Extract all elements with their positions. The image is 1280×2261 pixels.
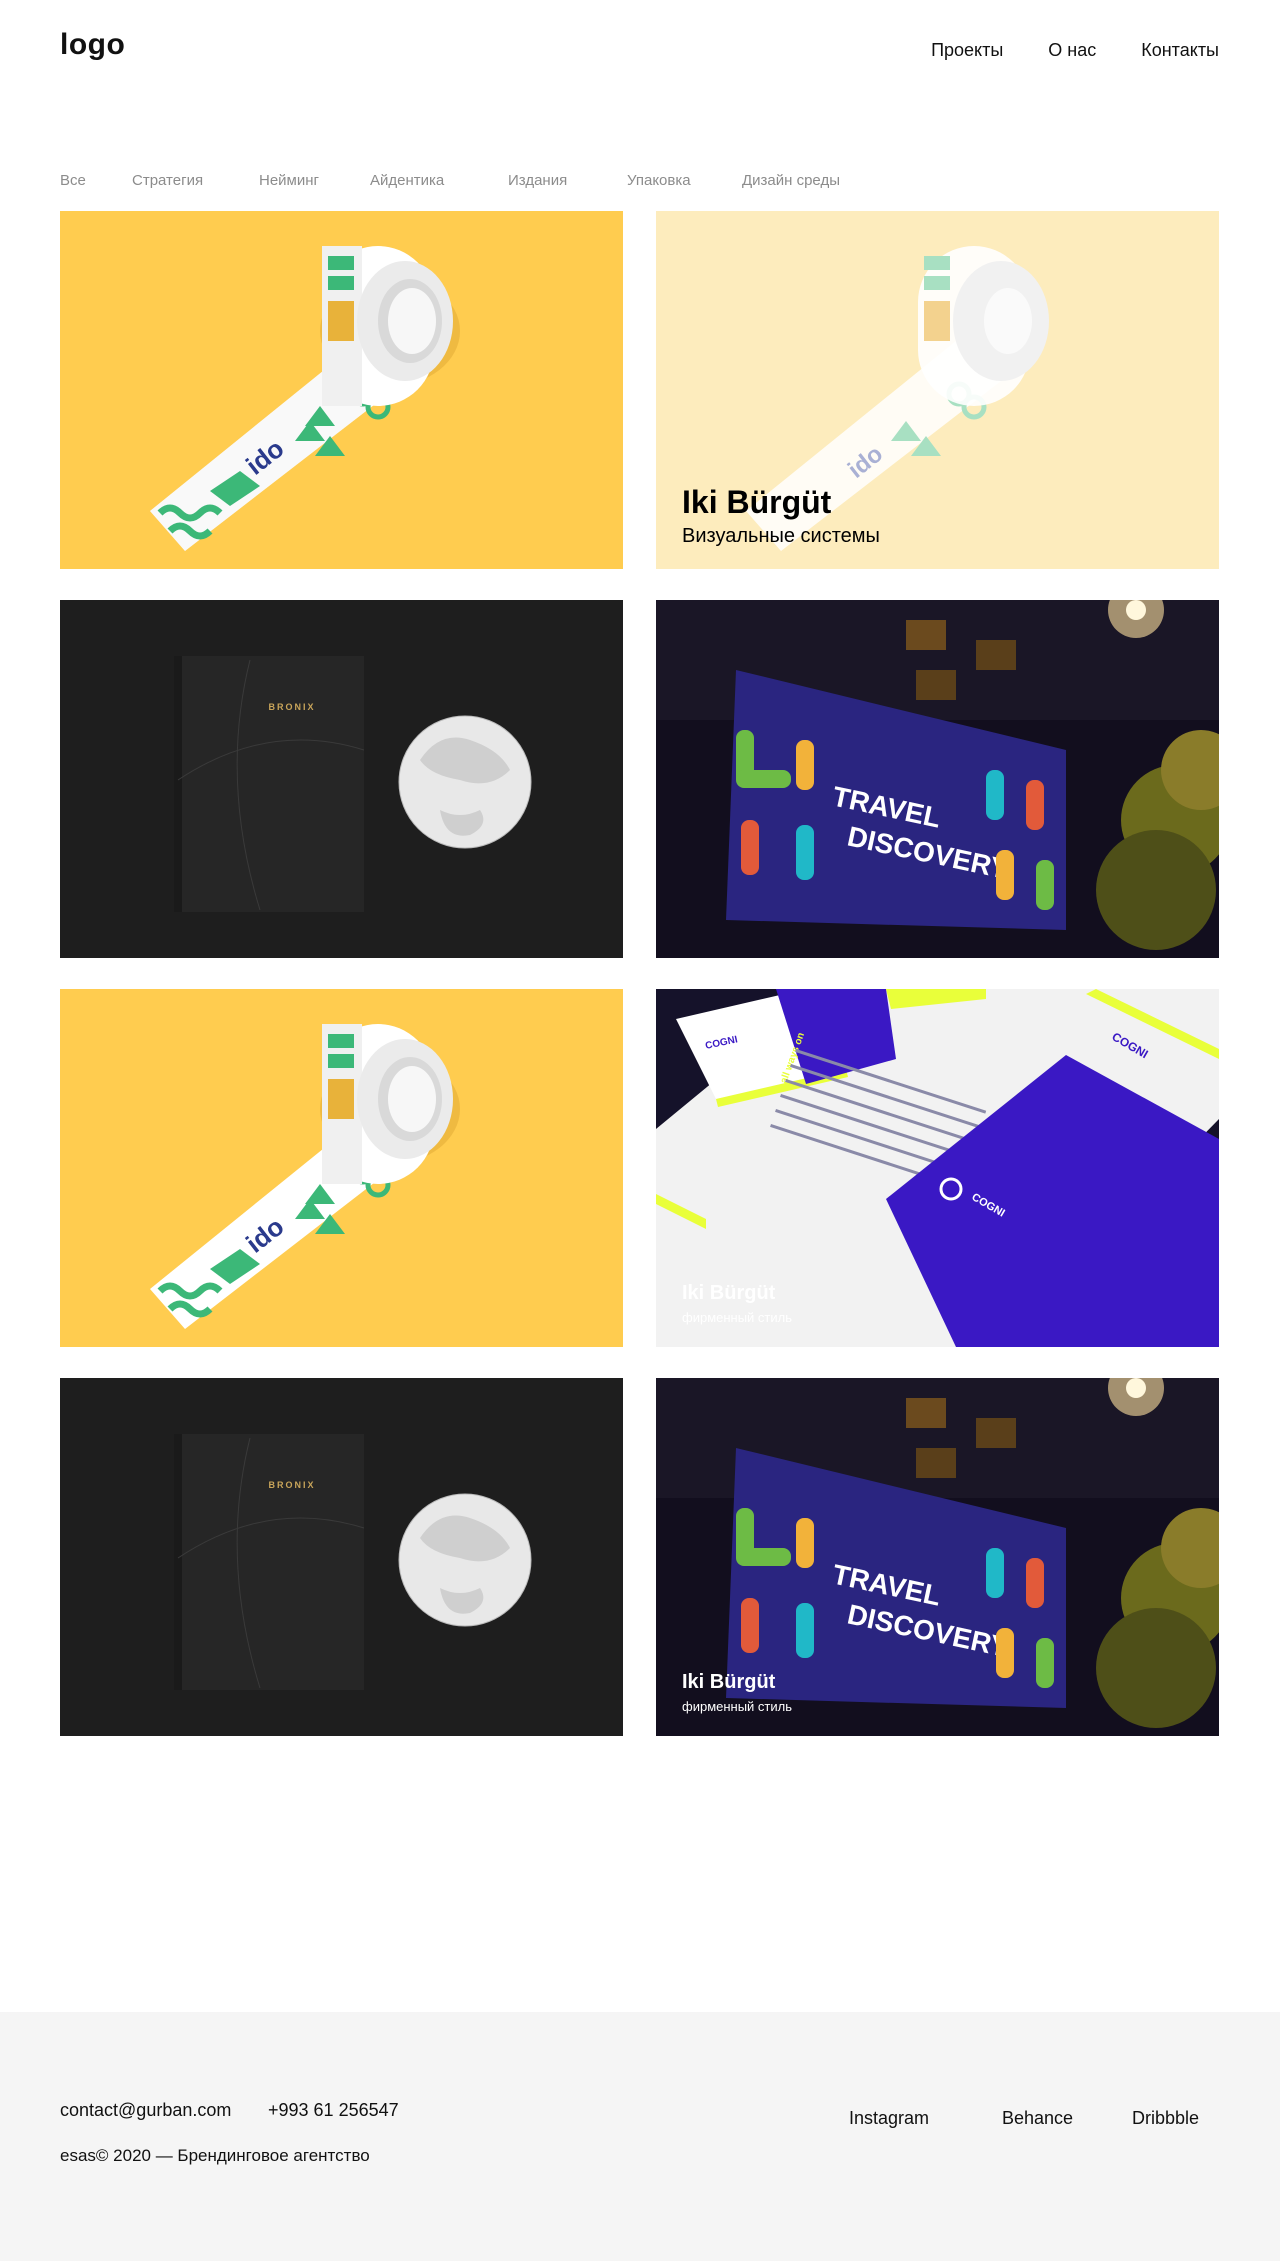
filter-identity[interactable]: Айдентика [370, 172, 444, 189]
project-card[interactable]: ido [60, 989, 623, 1347]
nav-contacts-link[interactable]: Контакты [1141, 40, 1219, 61]
nav-projects-link[interactable]: Проекты [931, 40, 1003, 61]
filter-naming[interactable]: Нейминг [259, 172, 319, 189]
category-filters: Все Стратегия Нейминг Айдентика Издания … [60, 172, 860, 192]
footer-copyright: esas© 2020 — Брендинговое агентство [60, 2146, 370, 2165]
filter-publications[interactable]: Издания [508, 172, 567, 189]
nav-about-link[interactable]: О нас [1048, 40, 1096, 61]
filter-all[interactable]: Все [60, 172, 86, 189]
svg-text:BRONIX: BRONIX [268, 1480, 315, 1490]
instagram-link[interactable]: Instagram [849, 2108, 929, 2129]
billboard-image: TRAVEL DISCOVERY [656, 600, 1219, 958]
project-subtitle: фирменный стиль [682, 1699, 793, 1714]
project-caption: Iki Bürgüt фирменный стиль [682, 1281, 792, 1327]
tape-mockup-image: ido [60, 989, 623, 1347]
project-card[interactable]: BRONIX [60, 1378, 623, 1736]
dribbble-link[interactable]: Dribbble [1132, 2108, 1199, 2129]
project-card[interactable]: TRAVEL DISCOVERY [656, 600, 1219, 958]
behance-link[interactable]: Behance [1002, 2108, 1073, 2129]
filter-strategy[interactable]: Стратегия [132, 172, 203, 189]
tape-mockup-image: ido [60, 211, 623, 569]
project-title: Iki Bürgüt [682, 484, 832, 520]
project-caption: Iki Bürgüt фирменный стиль [682, 1670, 792, 1716]
project-card[interactable]: ido Iki Bürgüt Визуальные системы [656, 211, 1219, 569]
project-subtitle: Визуальные системы [682, 525, 880, 547]
project-card[interactable]: BRONIX [60, 600, 623, 958]
brochure-globe-image: BRONIX [60, 600, 623, 958]
footer: contact@gurban.com +993 61 256547 esas© … [0, 2012, 1280, 2261]
filter-packaging[interactable]: Упаковка [627, 172, 691, 189]
brochure-globe-image: BRONIX [60, 1378, 623, 1736]
project-card[interactable]: ido [60, 211, 623, 569]
logo[interactable]: logo [60, 28, 125, 62]
filter-environment-design[interactable]: Дизайн среды [742, 172, 840, 189]
project-card[interactable]: TRAVEL DISCOVERY Iki Bürgüt фирменный ст… [656, 1378, 1219, 1736]
project-title: Iki Bürgüt [682, 1282, 776, 1304]
main-nav: Проекты О нас Контакты [931, 40, 1219, 61]
project-card[interactable]: COGNI all ways on COGNI COGNI Iki Bürgüt… [656, 989, 1219, 1347]
project-caption: Iki Bürgüt Визуальные системы [682, 483, 880, 549]
project-subtitle: фирменный стиль [682, 1310, 793, 1325]
project-title: Iki Bürgüt [682, 1671, 776, 1693]
svg-text:BRONIX: BRONIX [268, 702, 315, 712]
footer-email-link[interactable]: contact@gurban.com [60, 2100, 231, 2121]
footer-phone-link[interactable]: +993 61 256547 [268, 2100, 399, 2121]
